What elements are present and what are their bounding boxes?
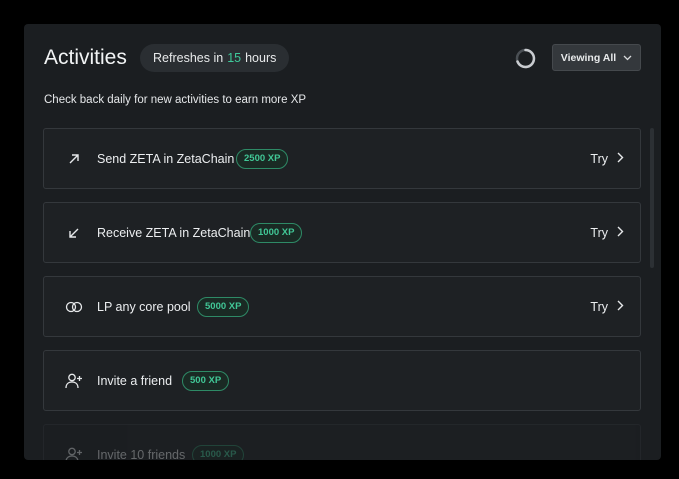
xp-badge: 2500 XP [236,148,289,169]
activity-card-invite-ten-friends[interactable]: Invite 10 friends 1000 XP [43,424,641,460]
try-button[interactable]: Try [590,300,624,314]
activity-label: Send ZETA in ZetaChain [97,151,235,166]
viewing-filter-label: Viewing All [560,51,617,64]
page-subtitle: Check back daily for new activities to e… [44,94,307,106]
try-button[interactable]: Try [590,152,624,166]
page-title: Activities [44,46,127,69]
refresh-prefix: Refreshes in [153,51,224,65]
xp-badge: 1000 XP [250,222,303,243]
activity-card-invite-friend[interactable]: Invite a friend 500 XP [43,350,641,411]
try-button[interactable]: Try [590,226,624,240]
activity-label: Invite a friend [97,373,173,388]
spinner-icon [515,48,536,69]
chevron-right-icon [617,152,624,166]
chevron-down-icon [623,52,632,64]
refresh-value: 15 [227,51,242,65]
activity-label: Invite 10 friends [97,447,186,461]
xp-badge: 500 XP [182,370,230,391]
xp-badge: 5000 XP [197,296,250,317]
chevron-right-icon [617,300,624,314]
user-plus-icon [64,445,84,460]
arrow-up-right-icon [64,149,84,169]
activity-card-receive-zeta[interactable]: Receive ZETA in ZetaChain 1000 XP Try [43,202,641,263]
xp-badge: 1000 XP [192,444,245,460]
activity-label: LP any core pool [97,299,191,314]
chevron-right-icon [617,226,624,240]
activity-card-lp-pool[interactable]: LP any core pool 5000 XP Try [43,276,641,337]
activities-panel: Activities Refreshes in 15 hours Viewing… [24,24,661,460]
scrollbar[interactable] [650,128,654,268]
refresh-timer-pill: Refreshes in 15 hours [140,44,290,72]
try-label: Try [590,299,608,314]
activity-card-send-zeta[interactable]: Send ZETA in ZetaChain 2500 XP Try [43,128,641,189]
activity-label: Receive ZETA in ZetaChain [97,225,251,240]
pool-icon [64,297,84,317]
try-label: Try [590,151,608,166]
try-label: Try [590,225,608,240]
refresh-unit: hours [245,51,277,65]
arrow-down-left-icon [64,223,84,243]
user-plus-icon [64,371,84,391]
viewing-filter-button[interactable]: Viewing All [552,44,641,71]
